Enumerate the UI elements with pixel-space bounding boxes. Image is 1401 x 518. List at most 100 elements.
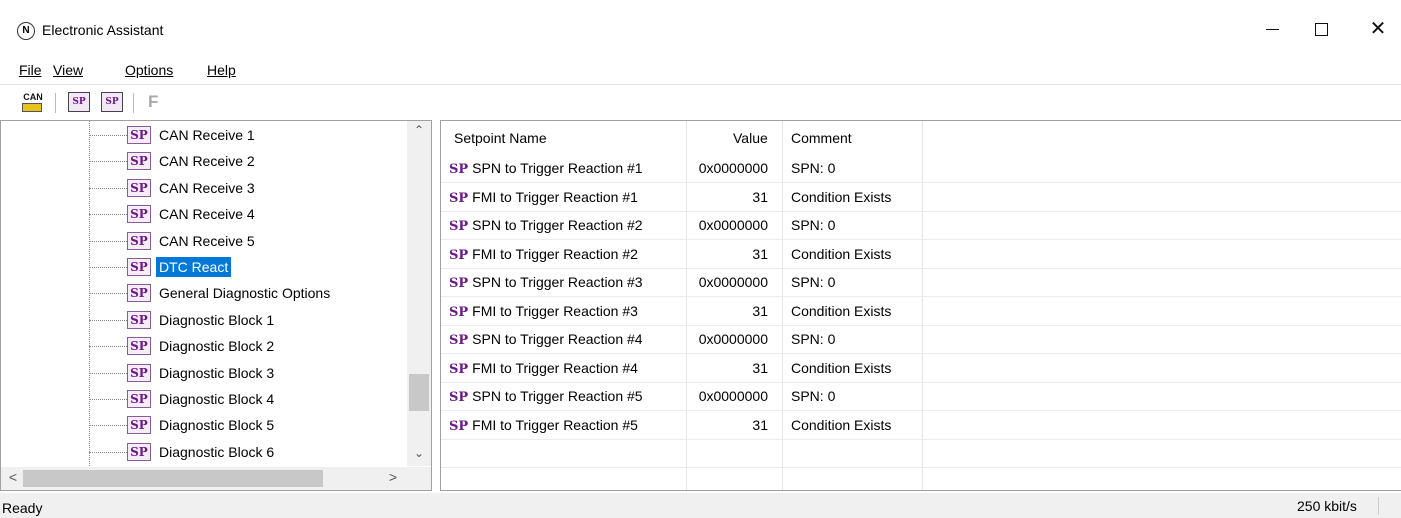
setpoint-name: SPN to Trigger Reaction #4 <box>472 331 643 347</box>
setpoint-icon: SP <box>127 284 151 303</box>
table-row[interactable]: SP FMI to Trigger Reaction #2 31 Condition … <box>441 241 1401 269</box>
close-icon: ✕ <box>1369 18 1387 40</box>
setpoint-value: 31 <box>752 302 768 319</box>
tree-item-label: Diagnostic Block 2 <box>159 338 275 355</box>
tree-item-label: General Diagnostic Options <box>159 285 331 302</box>
setpoint-icon: SP <box>127 178 151 197</box>
setpoint-name-cell: SP SPN to Trigger Reaction #3 <box>449 274 643 291</box>
tree-vertical-scrollbar[interactable]: ⌃ ⌄ <box>407 121 431 466</box>
column-header-value[interactable]: Value <box>733 130 768 146</box>
tree-item-label: Diagnostic Block 5 <box>159 417 275 434</box>
setpoint-tree[interactable]: SP CAN Receive 1 SP CAN Receive 2 SP CAN Rece… <box>0 120 432 491</box>
column-header-comment[interactable]: Comment <box>791 130 852 146</box>
setpoint-name-cell: SP SPN to Trigger Reaction #1 <box>449 160 643 177</box>
setpoint-save-icon: SP <box>105 97 119 107</box>
setpoint-icon: SP <box>449 304 469 320</box>
tree-item-label: CAN Receive 5 <box>159 232 255 249</box>
maximize-icon <box>1314 23 1328 36</box>
setpoint-name: FMI to Trigger Reaction #1 <box>472 188 638 205</box>
setpoint-name: SPN to Trigger Reaction #2 <box>472 217 643 233</box>
setpoint-name: FMI to Trigger Reaction #5 <box>472 416 638 433</box>
table-row[interactable]: SP SPN to Trigger Reaction #3 0x0000000 SPN… <box>441 269 1401 297</box>
setpoint-name-cell: SP FMI to Trigger Reaction #4 <box>449 360 638 377</box>
tree-connector <box>89 240 127 242</box>
status-text: Ready <box>2 500 43 516</box>
setpoint-open-button[interactable]: SP <box>68 92 90 112</box>
setpoint-icon: SP <box>127 205 151 224</box>
setpoint-icon: SP <box>127 126 151 144</box>
minimize-icon <box>1265 29 1279 31</box>
tree-item-label: CAN Receive 3 <box>159 179 255 196</box>
setpoint-icon: SP <box>127 152 151 171</box>
setpoint-icon: SP <box>127 258 151 276</box>
menu-options[interactable]: Options <box>125 62 173 78</box>
setpoint-comment: Condition Exists <box>791 359 892 376</box>
table-row[interactable]: SP FMI to Trigger Reaction #1 31 Condition … <box>441 184 1401 212</box>
setpoint-name: FMI to Trigger Reaction #2 <box>472 245 638 262</box>
setpoint-icon: SP <box>127 337 151 356</box>
tree-connector <box>89 135 127 136</box>
tree-connector <box>89 372 127 374</box>
tree-connector <box>89 319 127 321</box>
setpoint-name-cell: SP SPN to Trigger Reaction #2 <box>449 217 643 234</box>
setpoint-name: SPN to Trigger Reaction #1 <box>472 160 643 176</box>
tree-connector <box>89 187 127 189</box>
scroll-thumb[interactable] <box>23 470 323 487</box>
baud-rate: 250 kbit/s <box>1297 498 1357 514</box>
tree-item-label: Diagnostic Block 3 <box>159 364 275 381</box>
setpoint-comment: SPN: 0 <box>791 217 836 233</box>
menu-file[interactable]: File <box>19 62 42 78</box>
tree-item-label: CAN Receive 2 <box>159 153 255 170</box>
setpoint-comment: SPN: 0 <box>791 331 836 347</box>
setpoint-comment: SPN: 0 <box>791 388 836 404</box>
tree-connector <box>89 399 127 400</box>
setpoint-name: FMI to Trigger Reaction #3 <box>472 302 638 319</box>
setpoint-value: 31 <box>752 359 768 376</box>
minimize-button[interactable] <box>1249 14 1295 44</box>
setpoint-save-button[interactable]: SP <box>101 92 123 112</box>
table-row[interactable]: SP SPN to Trigger Reaction #4 0x0000000 SPN… <box>441 326 1401 354</box>
menu-help[interactable]: Help <box>207 62 236 78</box>
tree-connector <box>89 161 127 163</box>
setpoint-open-icon: SP <box>72 97 86 107</box>
maximize-button[interactable] <box>1298 14 1344 44</box>
table-row[interactable]: SP SPN to Trigger Reaction #2 0x0000000 SPN… <box>441 212 1401 240</box>
tree-item-label: CAN Receive 4 <box>159 206 255 223</box>
flash-button[interactable]: F <box>148 92 158 112</box>
setpoint-icon: SP <box>449 333 469 348</box>
scroll-left-icon[interactable]: < <box>3 469 23 485</box>
table-row[interactable]: SP SPN to Trigger Reaction #5 0x0000000 SPN… <box>441 383 1401 411</box>
scroll-down-icon[interactable]: ⌄ <box>407 446 431 464</box>
tree-horizontal-scrollbar[interactable]: < > <box>1 467 407 490</box>
setpoint-icon: SP <box>127 390 151 408</box>
setpoint-value: 0x0000000 <box>698 388 768 404</box>
status-divider <box>1378 497 1379 515</box>
can-connect-icon: CAN <box>23 92 43 102</box>
setpoint-icon: SP <box>449 190 469 206</box>
tree-connector <box>89 267 127 268</box>
setpoint-name-cell: SP FMI to Trigger Reaction #5 <box>449 417 638 434</box>
tree-item-label: Diagnostic Block 4 <box>159 391 275 407</box>
setpoint-icon: SP <box>127 310 151 329</box>
tree-item-label: Diagnostic Block 6 <box>159 443 275 460</box>
setpoint-value: 31 <box>752 188 768 205</box>
title-bar: N Electronic Assistant ✕ <box>0 0 1401 55</box>
setpoint-value: 0x0000000 <box>698 274 768 290</box>
scroll-thumb[interactable] <box>409 374 429 411</box>
table-row[interactable]: SP FMI to Trigger Reaction #4 31 Condition … <box>441 355 1401 383</box>
can-connect-button[interactable]: CAN <box>22 92 44 112</box>
table-row[interactable]: SP FMI to Trigger Reaction #3 31 Condition … <box>441 298 1401 326</box>
setpoint-name: SPN to Trigger Reaction #5 <box>472 388 643 404</box>
setpoint-comment: Condition Exists <box>791 245 892 262</box>
column-header-name[interactable]: Setpoint Name <box>454 130 547 146</box>
menu-view[interactable]: View <box>53 62 83 78</box>
setpoint-list[interactable]: Setpoint Name Value Comment SP SPN to Tri… <box>440 120 1401 491</box>
close-button[interactable]: ✕ <box>1355 14 1401 44</box>
scroll-right-icon[interactable]: > <box>383 469 403 485</box>
scroll-up-icon[interactable]: ⌃ <box>407 123 431 141</box>
table-row[interactable]: SP FMI to Trigger Reaction #5 31 Condition … <box>441 412 1401 440</box>
table-row[interactable]: SP SPN to Trigger Reaction #1 0x0000000 SPN… <box>441 155 1401 183</box>
setpoint-comment: SPN: 0 <box>791 274 836 290</box>
app-icon: N <box>17 22 35 40</box>
setpoint-comment: Condition Exists <box>791 416 892 433</box>
